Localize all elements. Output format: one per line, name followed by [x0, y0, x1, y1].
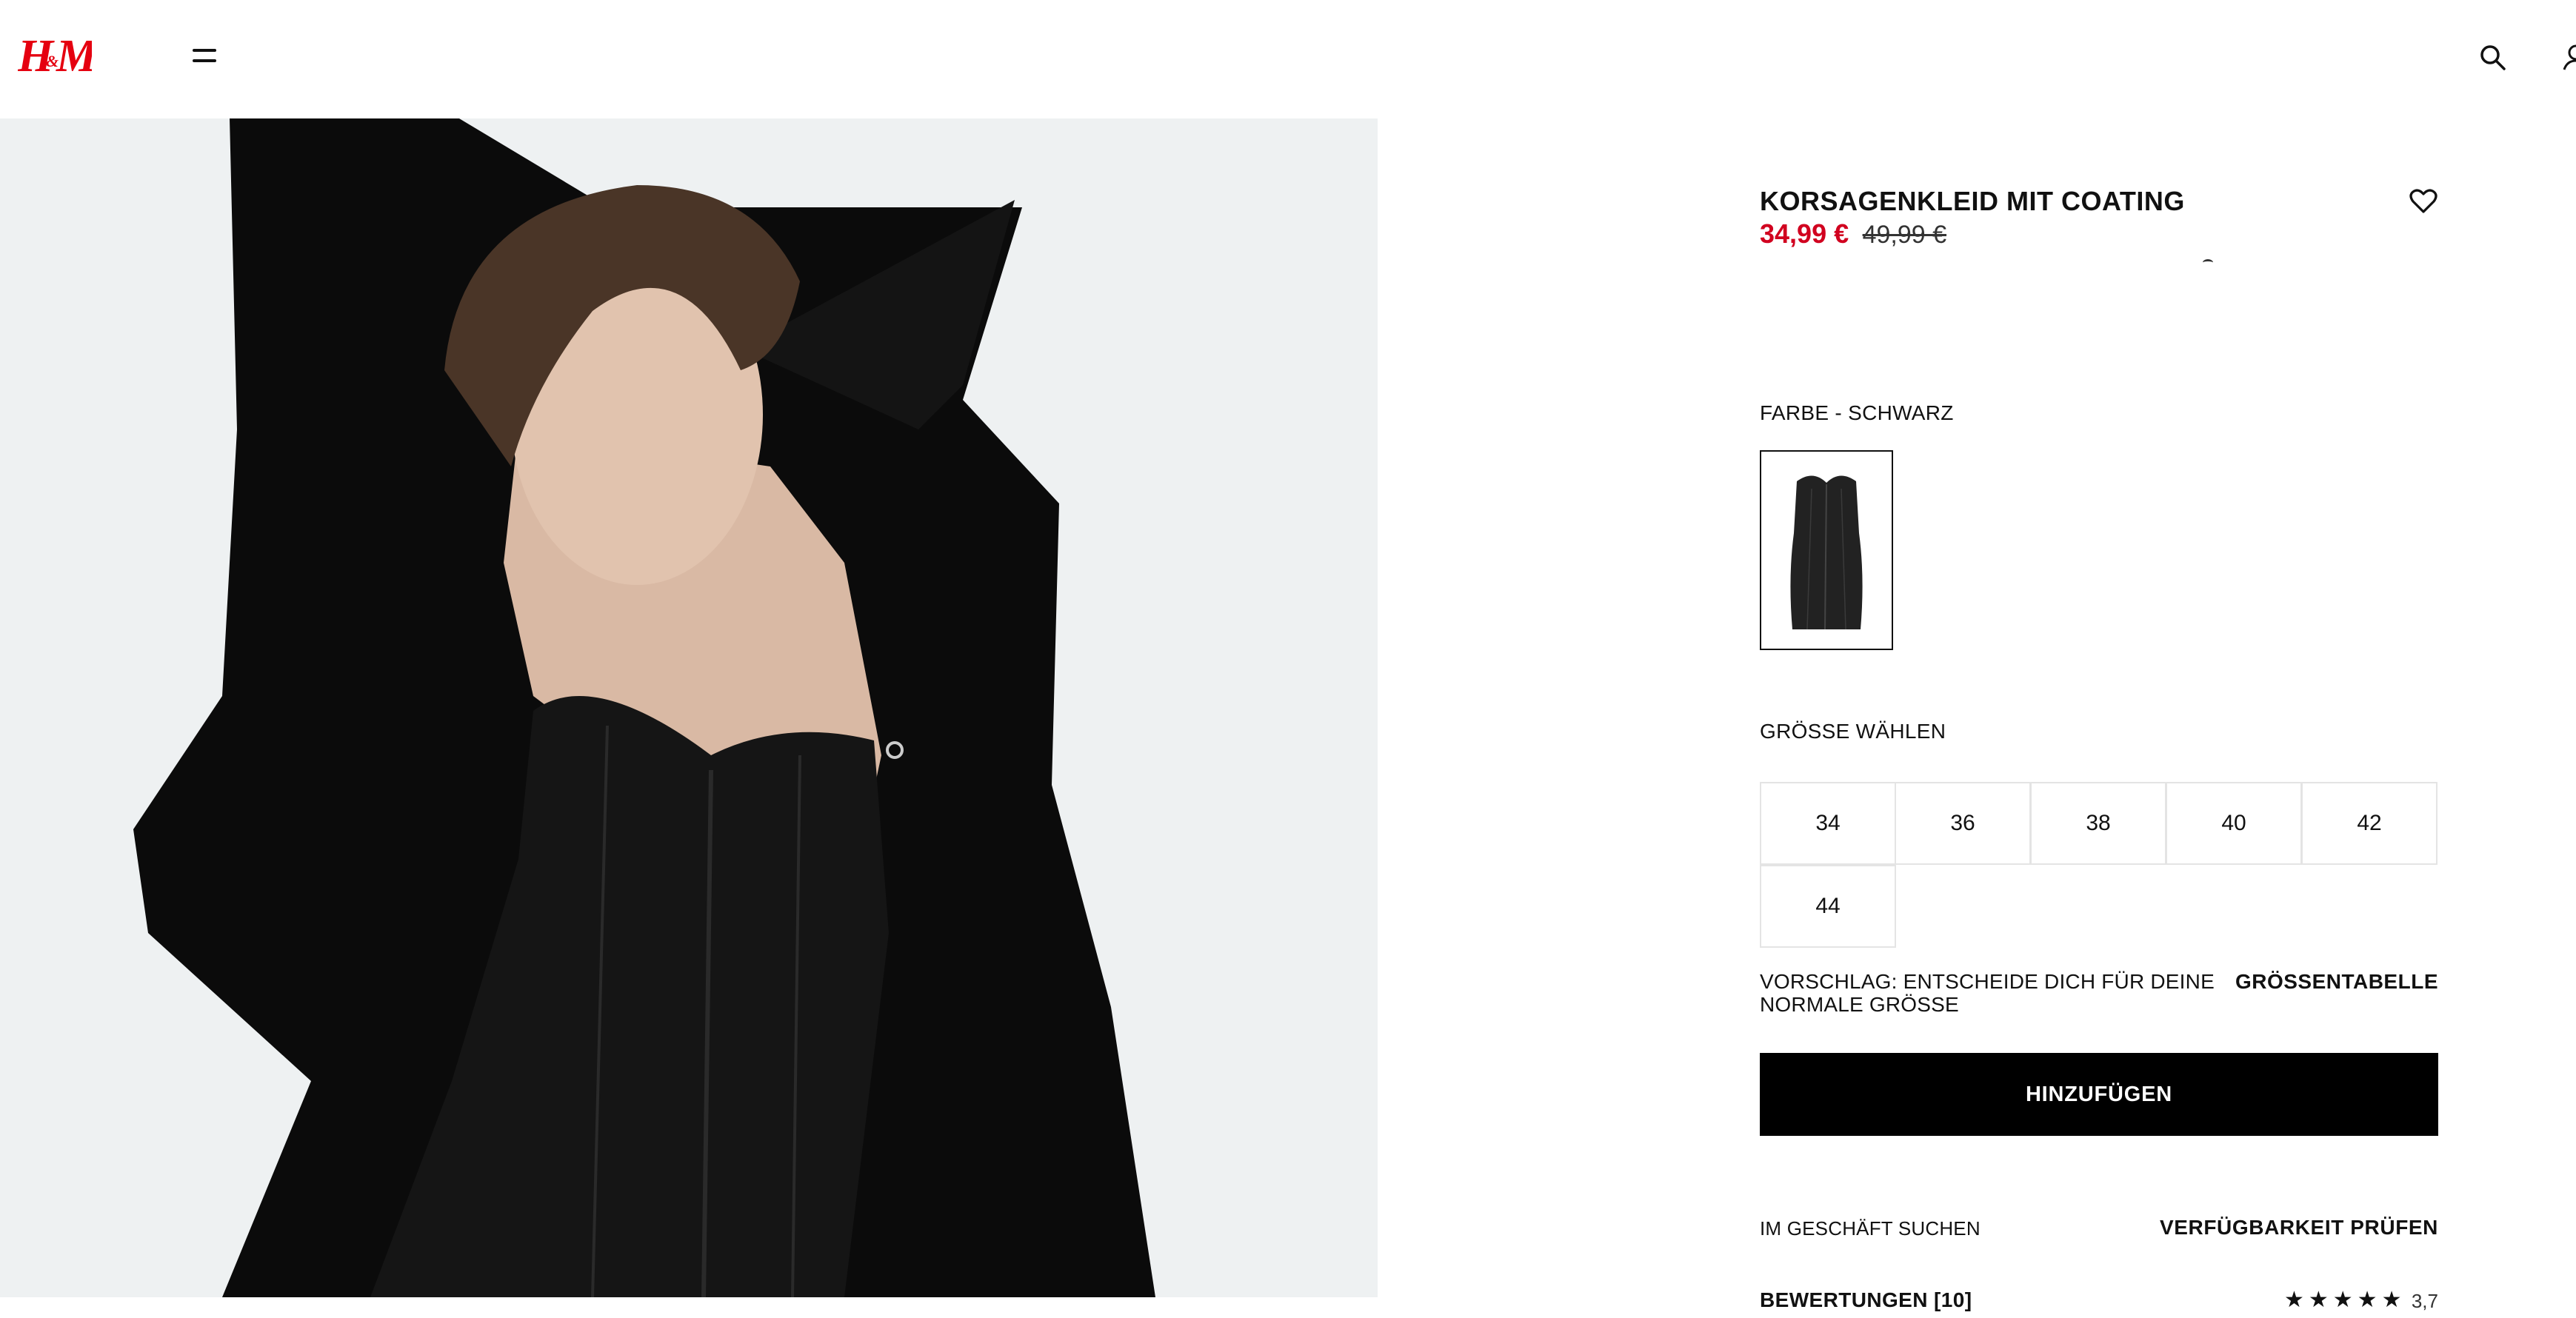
- svg-text:M: M: [56, 31, 92, 81]
- product-image[interactable]: [0, 118, 1378, 1297]
- sale-price: 34,99 €: [1760, 218, 1849, 249]
- color-label: FARBE - SCHWARZ: [1760, 401, 1954, 424]
- user-icon[interactable]: [2561, 43, 2576, 73]
- rating-stars-icon: ★★★★★: [2284, 1288, 2406, 1312]
- hamburger-menu-icon[interactable]: [190, 44, 219, 68]
- title-row: KORSAGENKLEID MIT COATING: [1760, 185, 2438, 218]
- size-chart-link[interactable]: GRÖSSENTABELLE: [2235, 970, 2438, 994]
- size-option[interactable]: 38: [2030, 782, 2166, 865]
- add-to-bag-button[interactable]: HINZUFÜGEN: [1760, 1053, 2438, 1136]
- find-in-store-label: IM GESCHÄFT SUCHEN: [1760, 1217, 1981, 1240]
- rating-value: 3,7: [2411, 1290, 2438, 1312]
- size-option[interactable]: 42: [2301, 782, 2437, 865]
- size-option[interactable]: 40: [2166, 782, 2302, 865]
- original-price: 49,99 €: [1862, 221, 1947, 249]
- hm-logo[interactable]: H & M: [17, 28, 99, 81]
- size-option[interactable]: 44: [1760, 865, 1896, 948]
- site-header: H & M: [0, 0, 2576, 118]
- size-option[interactable]: 36: [1895, 782, 2031, 865]
- reviews-row[interactable]: BEWERTUNGEN [10] ★★★★★ 3,7: [1760, 1288, 2438, 1318]
- price-row: 34,99 € 49,99 €: [1760, 216, 2438, 252]
- heart-icon[interactable]: [2409, 188, 2438, 215]
- check-availability-link[interactable]: VERFÜGBARKEIT PRÜFEN: [2160, 1216, 2438, 1240]
- product-title: KORSAGENKLEID MIT COATING: [1760, 186, 2185, 216]
- color-swatch-black[interactable]: [1760, 450, 1893, 650]
- search-icon[interactable]: [2478, 43, 2508, 73]
- reviews-label: BEWERTUNGEN [10]: [1760, 1288, 1972, 1311]
- divider-mark: [2203, 259, 2213, 266]
- product-details: KORSAGENKLEID MIT COATING 34,99 € 49,99 …: [1760, 185, 2438, 1312]
- size-label: GRÖSSE WÄHLEN: [1760, 720, 1946, 743]
- size-advice: VORSCHLAG: ENTSCHEIDE DICH FÜR DEINE NOR…: [1760, 970, 2215, 1016]
- size-option[interactable]: 34: [1760, 782, 1896, 865]
